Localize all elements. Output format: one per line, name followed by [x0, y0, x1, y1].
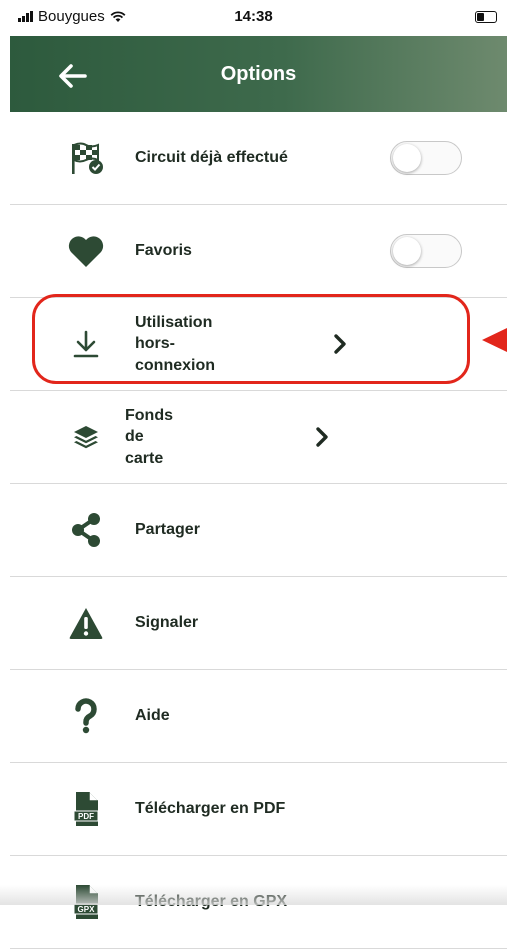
option-label: Circuit déjà effectué	[135, 149, 288, 166]
option-favorites[interactable]: Favoris	[10, 205, 507, 298]
label-line: Utilisation	[135, 313, 213, 331]
pdf-file-icon: PDF	[66, 789, 106, 829]
heart-icon	[66, 231, 106, 271]
favorites-toggle[interactable]	[390, 234, 462, 268]
question-icon	[66, 696, 106, 736]
back-button[interactable]	[54, 56, 94, 96]
arrow-left-icon	[59, 64, 87, 88]
option-label: Aide	[135, 707, 170, 724]
bottom-fade	[0, 885, 507, 905]
option-label: Partager	[135, 521, 200, 538]
app-header: Options	[10, 36, 507, 112]
option-label: Utilisation hors- connexion	[135, 298, 215, 390]
gpx-icon-text: GPX	[78, 905, 96, 914]
label-line: carte	[125, 449, 164, 467]
pdf-icon-text: PDF	[78, 812, 94, 821]
arrow-pointer-icon	[482, 328, 507, 352]
label-line: connexion	[135, 356, 216, 374]
option-help[interactable]: Aide	[10, 670, 507, 763]
option-offline[interactable]: Utilisation hors- connexion	[10, 298, 507, 391]
battery-icon	[475, 11, 497, 23]
option-report[interactable]: Signaler	[10, 577, 507, 670]
circuit-done-toggle[interactable]	[390, 141, 462, 175]
label-line: hors-	[135, 335, 175, 353]
option-basemaps[interactable]: Fonds de carte	[10, 391, 507, 484]
option-circuit-done[interactable]: Circuit déjà effectué	[10, 112, 507, 205]
download-icon	[66, 324, 106, 364]
option-label: Favoris	[135, 242, 192, 259]
layers-icon	[66, 417, 106, 457]
chevron-right-icon	[316, 427, 328, 447]
option-label: Signaler	[135, 614, 199, 631]
options-list: Circuit déjà effectué Favoris Utilisatio…	[10, 112, 507, 949]
option-label: Fonds de carte	[125, 391, 173, 483]
option-share[interactable]: Partager	[10, 484, 507, 577]
option-label: Télécharger en PDF	[135, 800, 286, 817]
chevron-right-icon	[334, 334, 346, 354]
status-time: 14:38	[234, 8, 273, 25]
option-download-pdf[interactable]: PDF Télécharger en PDF	[10, 763, 507, 856]
warning-icon	[66, 603, 106, 643]
label-line: Fonds	[125, 406, 173, 424]
checkered-flag-icon	[66, 138, 106, 178]
share-icon	[66, 510, 106, 550]
label-line: de	[125, 428, 144, 446]
status-bar: Bouygues 14:38	[0, 0, 507, 36]
